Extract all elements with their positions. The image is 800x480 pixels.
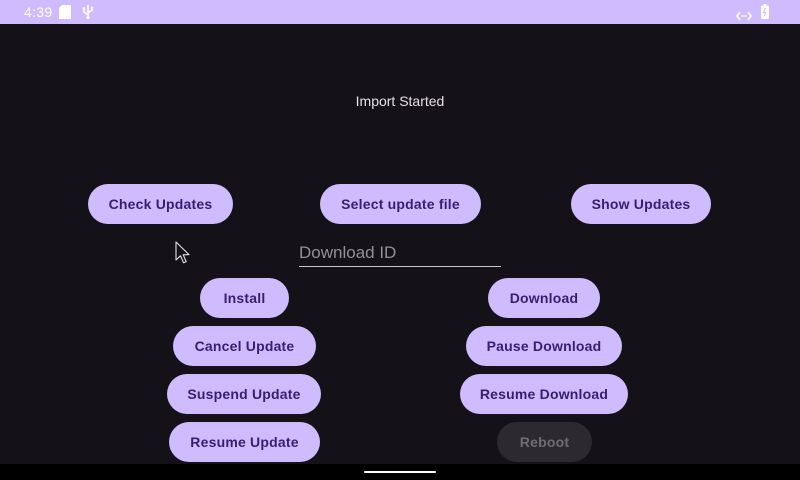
select-update-file-button[interactable]: Select update file bbox=[320, 184, 481, 224]
battery-icon bbox=[761, 4, 769, 24]
download-button[interactable]: Download bbox=[488, 278, 600, 318]
status-time: 4:39 bbox=[24, 4, 53, 20]
usb-icon bbox=[82, 5, 94, 24]
reboot-button: Reboot bbox=[497, 422, 592, 462]
mouse-pointer-icon bbox=[175, 241, 191, 265]
home-gesture-handle[interactable] bbox=[364, 471, 436, 473]
sd-card-icon bbox=[59, 5, 71, 24]
download-id-input[interactable] bbox=[299, 239, 501, 266]
install-button[interactable]: Install bbox=[200, 278, 289, 318]
import-status-text: Import Started bbox=[355, 93, 445, 109]
status-bar: 4:39 bbox=[0, 0, 800, 24]
check-updates-button[interactable]: Check Updates bbox=[88, 184, 233, 224]
show-updates-button[interactable]: Show Updates bbox=[571, 184, 711, 224]
resume-update-button[interactable]: Resume Update bbox=[169, 422, 320, 462]
pause-download-button[interactable]: Pause Download bbox=[466, 326, 622, 366]
suspend-update-button[interactable]: Suspend Update bbox=[167, 374, 321, 414]
download-id-field[interactable] bbox=[299, 239, 501, 267]
update-app: Import Started Check Updates Select upda… bbox=[0, 24, 800, 464]
navigation-bar bbox=[0, 464, 800, 480]
resume-download-button[interactable]: Resume Download bbox=[460, 374, 628, 414]
cancel-update-button[interactable]: Cancel Update bbox=[173, 326, 316, 366]
